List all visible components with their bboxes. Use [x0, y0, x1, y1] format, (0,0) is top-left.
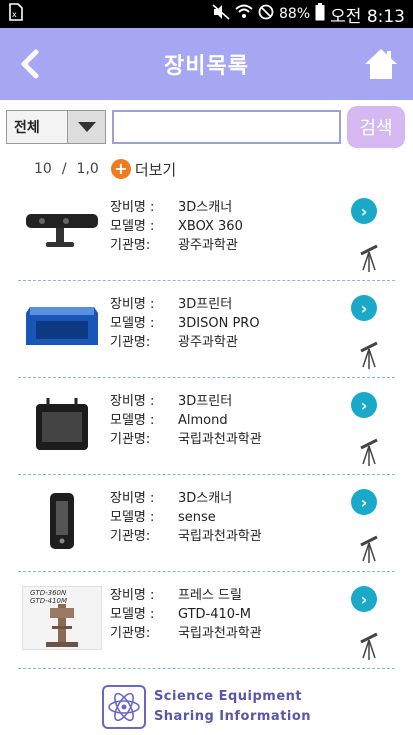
list-item[interactable]: 장비명 : 3D프린터 모델명 : Almond 기관명: 국립과천과학관 ›	[18, 378, 395, 475]
telescope-icon	[357, 337, 381, 371]
equipment-org: 국립과천과학관	[178, 626, 262, 641]
equipment-name: 3D스캐너	[178, 200, 233, 215]
equipment-model: sense	[178, 510, 216, 525]
more-button[interactable]: + 더보기	[110, 159, 177, 180]
home-icon	[365, 49, 397, 79]
telescope-icon	[357, 628, 381, 662]
search-button[interactable]: 검색	[347, 106, 405, 148]
name-label: 장비명 :	[110, 588, 155, 603]
battery-percent: 88%	[279, 6, 311, 22]
detail-arrow-icon[interactable]: ›	[351, 198, 377, 224]
equipment-thumbnail	[22, 489, 102, 553]
org-label: 기관명:	[110, 626, 151, 641]
equipment-name: 프레스 드릴	[178, 588, 242, 603]
name-label: 장비명 :	[110, 491, 155, 506]
detail-arrow-icon[interactable]: ›	[351, 295, 377, 321]
org-label: 기관명:	[110, 238, 151, 253]
equipment-org: 광주과학관	[178, 335, 238, 350]
model-label: 모델명 :	[110, 607, 155, 622]
footer-logo: Science Equipment Sharing Information	[0, 685, 413, 729]
no-disturb-icon	[258, 4, 274, 24]
footer-text: Science Equipment Sharing Information	[154, 687, 311, 727]
status-bar: x 88% 오전 8:13	[0, 0, 413, 28]
search-input[interactable]	[112, 110, 341, 144]
back-arrow-icon	[21, 49, 39, 79]
equipment-name: 3D프린터	[178, 394, 233, 409]
mute-icon	[212, 4, 230, 24]
more-label: 더보기	[134, 160, 177, 179]
sim-icon: x	[8, 3, 24, 25]
telescope-icon	[357, 434, 381, 468]
model-label: 모델명 :	[110, 510, 155, 525]
footer-line-2: Sharing Information	[153, 709, 312, 724]
telescope-icon	[357, 531, 381, 565]
page-title: 장비목록	[164, 54, 249, 79]
shown-count: 10	[34, 161, 52, 177]
count-separator: /	[61, 161, 67, 177]
org-label: 기관명:	[110, 529, 151, 544]
category-value: 전체	[14, 120, 40, 136]
item-info: 장비명 : 3D스캐너 모델명 : XBOX 360 기관명: 광주과학관	[110, 198, 243, 280]
list-item[interactable]: 장비명 : 3D프린터 모델명 : 3DISON PRO 기관명: 광주과학관 ›	[18, 281, 395, 378]
item-info: 장비명 : 프레스 드릴 모델명 : GTD-410-M 기관명: 국립과천과학관	[110, 586, 262, 668]
name-label: 장비명 :	[110, 394, 155, 409]
clock: 오전 8:13	[330, 6, 405, 27]
back-button[interactable]	[16, 48, 48, 80]
equipment-org: 국립과천과학관	[178, 529, 262, 544]
pagination-info: 10 / 1,0 + 더보기	[0, 154, 413, 184]
equipment-org: 국립과천과학관	[178, 432, 262, 447]
equipment-name: 3D프린터	[178, 297, 233, 312]
item-info: 장비명 : 3D프린터 모델명 : 3DISON PRO 기관명: 광주과학관	[110, 295, 260, 377]
equipment-model: GTD-410-M	[178, 607, 251, 622]
detail-arrow-icon[interactable]: ›	[351, 392, 377, 418]
org-label: 기관명:	[110, 335, 151, 350]
svg-text:x: x	[12, 10, 17, 19]
footer-line-1: Science Equipment	[153, 689, 303, 704]
equipment-model: XBOX 360	[178, 219, 243, 234]
model-label: 모델명 :	[110, 316, 155, 331]
battery-icon	[315, 3, 325, 25]
item-info: 장비명 : 3D프린터 모델명 : Almond 기관명: 국립과천과학관	[110, 392, 262, 474]
list-item[interactable]: GTD-360N GTD-410M 장비명 : 프레스 드릴 모델명 : GTD-41…	[18, 572, 395, 669]
search-bar: 전체 검색	[0, 100, 413, 154]
equipment-list: 장비명 : 3D스캐너 모델명 : XBOX 360 기관명: 광주과학관 › 장비명…	[0, 184, 413, 669]
equipment-model: Almond	[178, 413, 228, 428]
equipment-thumbnail	[22, 392, 102, 456]
wifi-icon	[235, 4, 253, 24]
equipment-org: 광주과학관	[178, 238, 238, 253]
org-label: 기관명:	[110, 432, 151, 447]
equipment-thumbnail	[22, 295, 102, 359]
equipment-name: 3D스캐너	[178, 491, 233, 506]
thumb-text-1: GTD-360N	[30, 589, 67, 597]
category-select[interactable]: 전체	[6, 110, 106, 144]
equipment-thumbnail: GTD-360N GTD-410M	[22, 586, 102, 650]
atom-logo-icon	[101, 685, 146, 729]
model-label: 모델명 :	[110, 219, 155, 234]
item-info: 장비명 : 3D스캐너 모델명 : sense 기관명: 국립과천과학관	[110, 489, 262, 571]
model-label: 모델명 :	[110, 413, 155, 428]
telescope-icon	[357, 240, 381, 274]
list-item[interactable]: 장비명 : 3D스캐너 모델명 : sense 기관명: 국립과천과학관 ›	[18, 475, 395, 572]
home-button[interactable]	[363, 46, 399, 82]
equipment-thumbnail	[22, 198, 102, 262]
name-label: 장비명 :	[110, 297, 155, 312]
app-header: 장비목록	[0, 28, 413, 100]
detail-arrow-icon[interactable]: ›	[351, 586, 377, 612]
chevron-down-icon	[67, 111, 105, 143]
equipment-model: 3DISON PRO	[178, 316, 260, 331]
name-label: 장비명 :	[110, 200, 155, 215]
total-count: 1,0	[76, 161, 99, 177]
detail-arrow-icon[interactable]: ›	[351, 489, 377, 515]
list-item[interactable]: 장비명 : 3D스캐너 모델명 : XBOX 360 기관명: 광주과학관 ›	[18, 184, 395, 281]
thumb-text-2: GTD-410M	[30, 597, 67, 605]
plus-icon: +	[110, 159, 131, 179]
